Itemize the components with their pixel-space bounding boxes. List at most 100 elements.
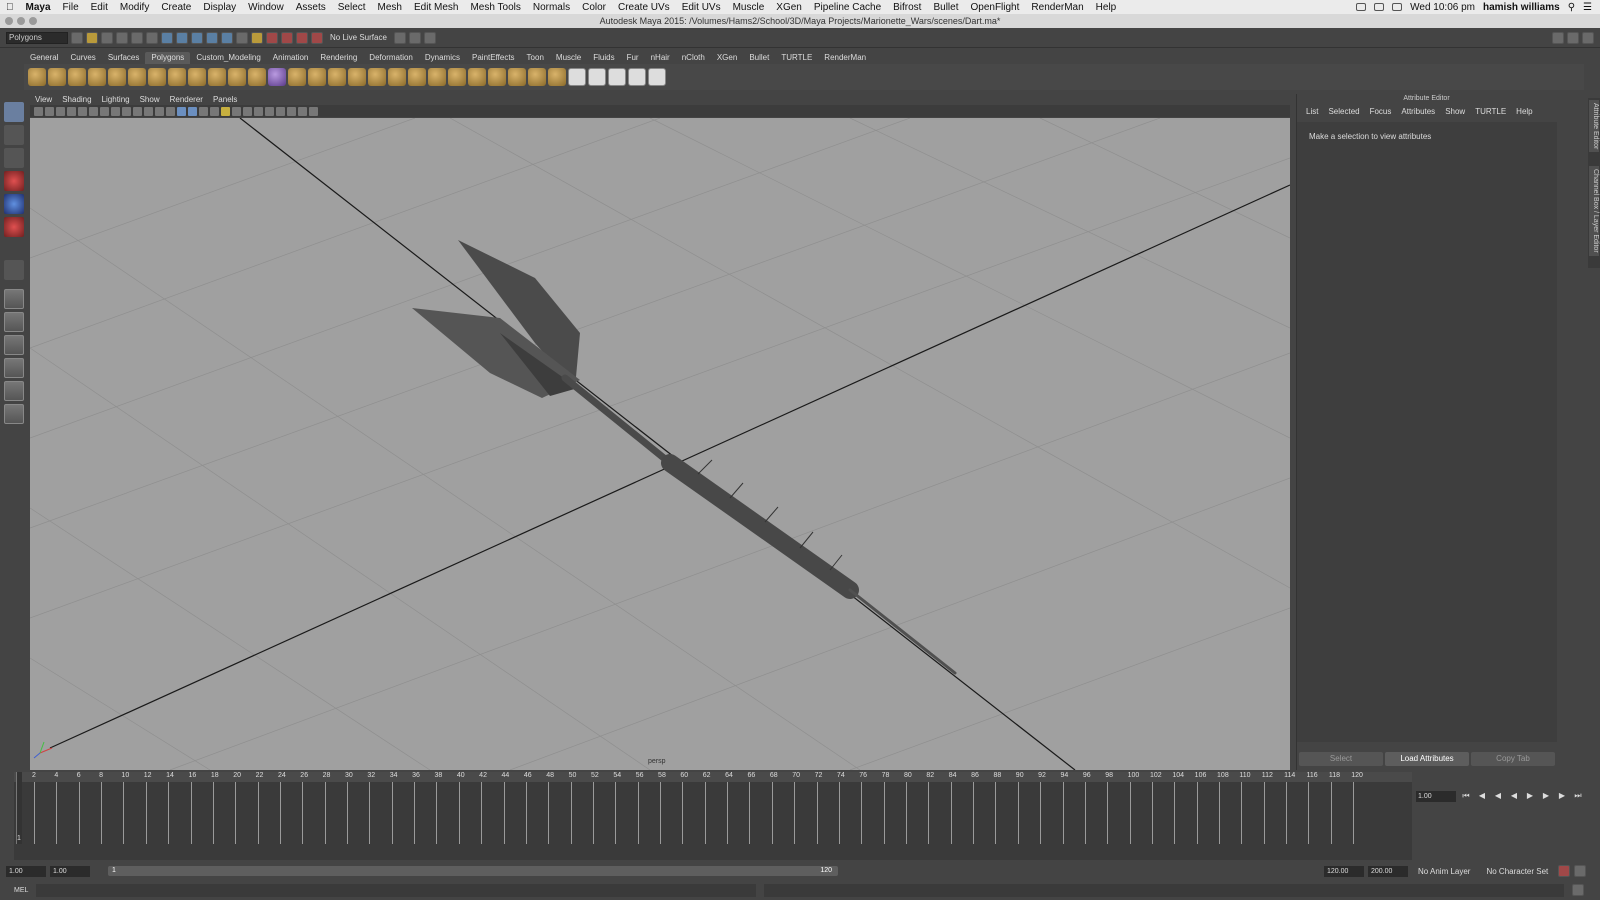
menu-edit[interactable]: Edit — [85, 2, 114, 13]
poly-cone-icon[interactable] — [88, 68, 106, 86]
menu-muscle[interactable]: Muscle — [727, 2, 771, 13]
menu-set-dropdown[interactable]: Polygons — [6, 31, 68, 44]
attr-menu-turtle[interactable]: TURTLE — [1470, 107, 1511, 116]
save-scene-icon[interactable] — [101, 31, 113, 44]
menu-assets[interactable]: Assets — [290, 2, 332, 13]
bridge-icon[interactable] — [368, 68, 386, 86]
viewport-menu-renderer[interactable]: Renderer — [165, 94, 208, 105]
shadows-icon[interactable] — [232, 106, 241, 116]
shelf-tab-rendering[interactable]: Rendering — [314, 52, 363, 64]
attribute-editor-side-tab[interactable]: Attribute Editor — [1589, 100, 1599, 153]
attr-menu-selected[interactable]: Selected — [1323, 107, 1364, 116]
textured-icon[interactable] — [210, 106, 219, 116]
poly-sphere-icon[interactable] — [28, 68, 46, 86]
show-hide-channel-box-icon[interactable] — [423, 31, 436, 44]
menu-select[interactable]: Select — [332, 2, 372, 13]
make-live-icon[interactable] — [221, 31, 233, 44]
menu-bifrost[interactable]: Bifrost — [887, 2, 927, 13]
panel-layout-icon[interactable] — [1582, 31, 1594, 44]
shelf-tab-general[interactable]: General — [24, 52, 64, 64]
combine-icon[interactable] — [208, 68, 226, 86]
shelf-tab-deformation[interactable]: Deformation — [363, 52, 419, 64]
construction-history-icon[interactable] — [251, 31, 263, 44]
attr-menu-list[interactable]: List — [1301, 107, 1323, 116]
viewport-menu-panels[interactable]: Panels — [208, 94, 242, 105]
gate-mask-icon[interactable] — [133, 106, 142, 116]
menu-create-uvs[interactable]: Create UVs — [612, 2, 676, 13]
shelf-tab-fur[interactable]: Fur — [621, 52, 645, 64]
select-button[interactable]: Select — [1299, 752, 1383, 766]
two-d-pan-zoom-icon[interactable] — [78, 106, 87, 116]
menu-mesh[interactable]: Mesh — [372, 2, 408, 13]
collapse-icon[interactable] — [528, 68, 546, 86]
menu-renderman[interactable]: RenderMan — [1025, 2, 1089, 13]
ambient-occlusion-icon[interactable] — [243, 106, 252, 116]
apple-icon[interactable]:  — [0, 2, 20, 13]
x-ray-icon[interactable] — [298, 106, 307, 116]
play-forwards-icon[interactable]: ▶ — [1524, 791, 1536, 801]
copy-tab-button[interactable]: Copy Tab — [1471, 752, 1555, 766]
dart-model[interactable] — [412, 240, 957, 675]
viewport-menu-lighting[interactable]: Lighting — [97, 94, 135, 105]
persp-outliner-layout-icon[interactable] — [4, 335, 24, 355]
attr-menu-show[interactable]: Show — [1440, 107, 1470, 116]
use-all-lights-icon[interactable] — [221, 106, 230, 116]
layout-icon[interactable] — [1567, 31, 1579, 44]
spotlight-search-icon[interactable]: ⚲ — [1568, 2, 1575, 13]
menu-pipeline-cache[interactable]: Pipeline Cache — [808, 2, 887, 13]
append-polygon-icon[interactable] — [388, 68, 406, 86]
extract-icon[interactable] — [248, 68, 266, 86]
separate-icon[interactable] — [228, 68, 246, 86]
command-input[interactable] — [36, 883, 757, 897]
camera-attributes-icon[interactable] — [45, 106, 54, 116]
uv-editor-icon[interactable] — [648, 68, 666, 86]
merge-icon[interactable] — [508, 68, 526, 86]
viewport-menu-shading[interactable]: Shading — [57, 94, 96, 105]
playback-end-field[interactable]: 120.00 — [1324, 865, 1364, 877]
extrude-icon[interactable] — [348, 68, 366, 86]
select-component-icon[interactable] — [146, 31, 158, 44]
uv-cylindrical-icon[interactable] — [588, 68, 606, 86]
uv-spherical-icon[interactable] — [608, 68, 626, 86]
shelf-tab-nhair[interactable]: nHair — [645, 52, 676, 64]
target-weld-icon[interactable] — [548, 68, 566, 86]
animation-start-field[interactable]: 1.00 — [6, 865, 46, 877]
uv-automatic-icon[interactable] — [628, 68, 646, 86]
user-name[interactable]: hamish williams — [1483, 2, 1560, 13]
anti-aliasing-icon[interactable] — [265, 106, 274, 116]
clock[interactable]: Wed 10:06 pm — [1410, 2, 1475, 13]
move-tool-icon[interactable] — [4, 171, 24, 191]
fill-hole-icon[interactable] — [408, 68, 426, 86]
menu-edit-mesh[interactable]: Edit Mesh — [408, 2, 464, 13]
poly-cylinder-icon[interactable] — [68, 68, 86, 86]
snap-point-icon[interactable] — [191, 31, 203, 44]
poly-torus-icon[interactable] — [128, 68, 146, 86]
single-pane-layout-icon[interactable] — [4, 289, 24, 309]
menu-color[interactable]: Color — [576, 2, 612, 13]
menu-file[interactable]: File — [57, 2, 85, 13]
shelf-tab-bullet[interactable]: Bullet — [743, 52, 775, 64]
field-chart-icon[interactable] — [144, 106, 153, 116]
hypershade-layout-icon[interactable] — [4, 381, 24, 401]
shelf-tab-fluids[interactable]: Fluids — [587, 52, 620, 64]
workspace-icon[interactable] — [1552, 31, 1564, 44]
reduce-icon[interactable] — [308, 68, 326, 86]
shelf-tab-curves[interactable]: Curves — [64, 52, 101, 64]
command-language-label[interactable]: MEL — [14, 887, 28, 894]
show-hide-tool-settings-icon[interactable] — [408, 31, 421, 44]
menu-mesh-tools[interactable]: Mesh Tools — [464, 2, 526, 13]
perspective-viewport[interactable]: persp — [30, 118, 1290, 770]
step-forward-frame-icon[interactable]: ▶ — [1540, 791, 1552, 801]
time-slider[interactable]: 2 4 6 8 10 12 14 16 18 20 22 24 26 28 30 32 34 36 38 40 42 44… — [14, 772, 1412, 860]
show-hide-attribute-editor-icon[interactable] — [393, 31, 406, 44]
attr-menu-help[interactable]: Help — [1511, 107, 1537, 116]
poly-soccer-ball-icon[interactable] — [188, 68, 206, 86]
uv-planar-icon[interactable] — [568, 68, 586, 86]
snap-view-plane-icon[interactable] — [206, 31, 218, 44]
booleans-icon[interactable] — [268, 68, 286, 86]
attr-menu-attributes[interactable]: Attributes — [1396, 107, 1440, 116]
menu-openflight[interactable]: OpenFlight — [964, 2, 1025, 13]
x-ray-joints-icon[interactable] — [309, 106, 318, 116]
poly-pyramid-icon[interactable] — [148, 68, 166, 86]
poly-plane-icon[interactable] — [108, 68, 126, 86]
